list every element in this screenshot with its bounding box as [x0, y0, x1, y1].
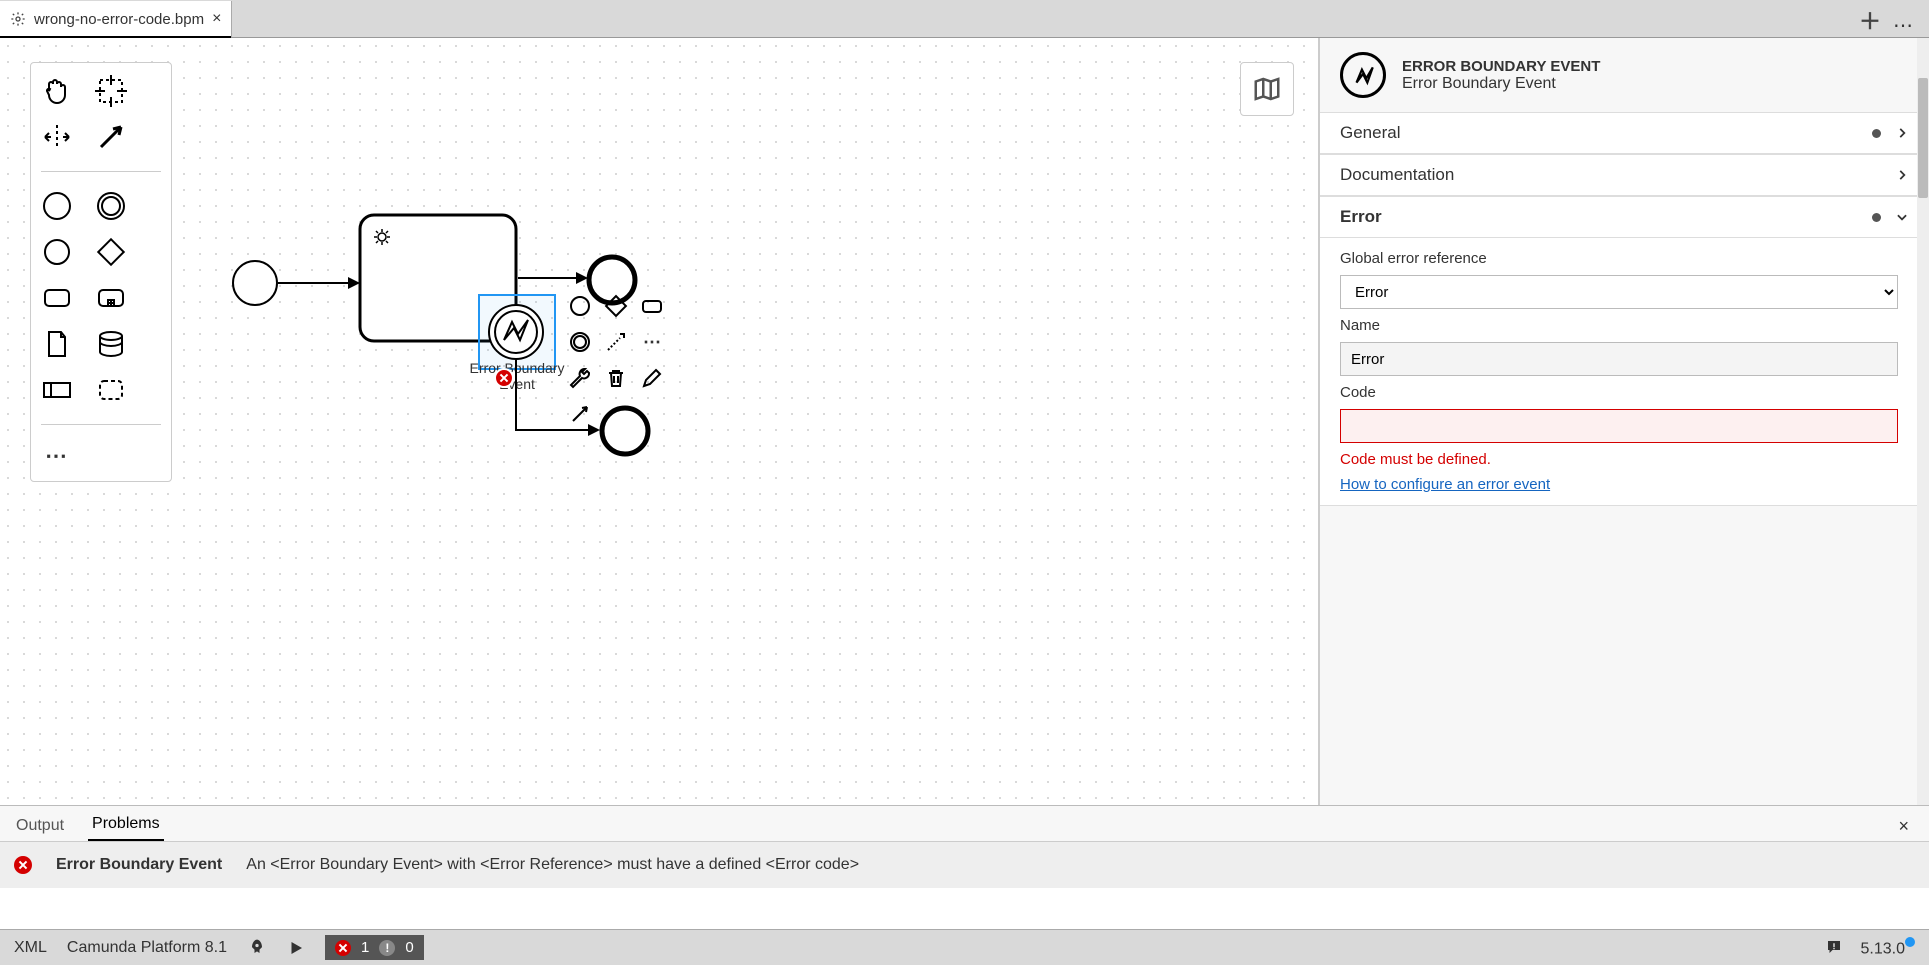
tab-problems[interactable]: Problems: [88, 809, 164, 841]
element-type: ERROR BOUNDARY EVENT: [1402, 58, 1600, 75]
sequence-flow[interactable]: [278, 273, 360, 293]
error-icon: [14, 856, 32, 874]
tab-menu-button[interactable]: ⋯: [1893, 13, 1911, 31]
problem-row[interactable]: Error Boundary Event An <Error Boundary …: [0, 842, 1929, 888]
warning-count: 0: [405, 939, 413, 956]
context-pad: ⋯: [564, 290, 668, 430]
chevron-right-icon: [1895, 126, 1909, 140]
append-end-event-icon[interactable]: [564, 290, 596, 322]
hand-tool-icon[interactable]: [41, 75, 73, 107]
xml-toggle[interactable]: XML: [14, 939, 47, 957]
data-store-icon[interactable]: [95, 328, 127, 360]
color-icon[interactable]: [636, 362, 668, 394]
section-general[interactable]: General: [1320, 112, 1929, 154]
data-object-icon[interactable]: [41, 328, 73, 360]
section-documentation[interactable]: Documentation: [1320, 154, 1929, 196]
error-event-icon: [1340, 52, 1386, 98]
trash-icon[interactable]: [600, 362, 632, 394]
run-button[interactable]: [287, 939, 305, 957]
more-tools-button[interactable]: ⋯: [41, 443, 161, 469]
close-tab-icon[interactable]: ×: [212, 10, 221, 28]
error-name-input[interactable]: [1340, 342, 1898, 376]
tool-palette: ⋯: [30, 62, 172, 482]
chevron-right-icon: [1895, 168, 1909, 182]
append-annotation-icon[interactable]: [600, 326, 632, 358]
tab-output[interactable]: Output: [12, 811, 68, 841]
element-name: Error Boundary Event: [1402, 75, 1600, 93]
canvas[interactable]: ⋯ Error Boun: [0, 38, 1319, 805]
problem-description: An <Error Boundary Event> with <Error Re…: [246, 856, 859, 874]
connect-icon[interactable]: [564, 398, 596, 430]
dot-indicator-icon: [1872, 213, 1881, 222]
error-count-icon: [335, 940, 351, 956]
section-general-label: General: [1340, 123, 1400, 143]
chevron-down-icon: [1895, 210, 1909, 224]
space-tool-icon[interactable]: [41, 121, 73, 153]
props-scrollbar[interactable]: [1917, 38, 1929, 805]
section-error[interactable]: Error: [1320, 196, 1929, 238]
append-task-icon[interactable]: [636, 290, 668, 322]
start-event-icon[interactable]: [41, 190, 73, 222]
properties-panel: ERROR BOUNDARY EVENT Error Boundary Even…: [1319, 38, 1929, 805]
rocket-icon: [247, 938, 267, 958]
section-error-label: Error: [1340, 207, 1382, 227]
gear-icon: [10, 11, 26, 27]
help-link[interactable]: How to configure an error event: [1340, 476, 1909, 493]
append-gateway-icon[interactable]: [600, 290, 632, 322]
group-icon[interactable]: [95, 374, 127, 406]
problems-indicator[interactable]: 1 ! 0: [325, 935, 424, 960]
gateway-icon[interactable]: [95, 236, 127, 268]
error-code-label: Code: [1340, 384, 1909, 401]
error-code-validation: Code must be defined.: [1340, 451, 1909, 468]
pool-icon[interactable]: [41, 374, 73, 406]
subprocess-icon[interactable]: [95, 282, 127, 314]
end-event-icon[interactable]: [41, 236, 73, 268]
task-icon[interactable]: [41, 282, 73, 314]
append-intermediate-icon[interactable]: [564, 326, 596, 358]
dot-indicator-icon: [1872, 129, 1881, 138]
error-badge-icon: [494, 368, 514, 388]
feedback-icon[interactable]: [1825, 938, 1843, 956]
section-documentation-label: Documentation: [1340, 165, 1454, 185]
error-boundary-event[interactable]: [486, 302, 546, 362]
bottom-tabs: Output Problems ×: [0, 806, 1929, 842]
error-count: 1: [361, 939, 369, 956]
sequence-flow[interactable]: [518, 268, 588, 288]
lasso-tool-icon[interactable]: [95, 75, 127, 107]
platform-label[interactable]: Camunda Platform 8.1: [67, 939, 227, 957]
tab-bar: wrong-no-error-code.bpm × ＋ ⋯: [0, 0, 1929, 38]
play-icon: [287, 939, 305, 957]
deploy-button[interactable]: [247, 938, 267, 958]
section-error-body: Global error reference Error Name Code C…: [1320, 238, 1929, 506]
map-icon: [1252, 74, 1282, 104]
status-bar: XML Camunda Platform 8.1 1 ! 0 5.13.0: [0, 929, 1929, 965]
global-error-ref-label: Global error reference: [1340, 250, 1909, 267]
file-tab[interactable]: wrong-no-error-code.bpm ×: [0, 1, 232, 37]
problem-title: Error Boundary Event: [56, 856, 222, 874]
global-error-ref-select[interactable]: Error: [1340, 275, 1898, 309]
props-header: ERROR BOUNDARY EVENT Error Boundary Even…: [1320, 38, 1929, 112]
version-label[interactable]: 5.13.0: [1861, 937, 1915, 958]
error-name-label: Name: [1340, 317, 1909, 334]
new-tab-button[interactable]: ＋: [1859, 13, 1877, 31]
bottom-panel: Output Problems × Error Boundary Event A…: [0, 805, 1929, 929]
update-dot-icon: [1905, 937, 1915, 947]
minimap-toggle[interactable]: [1240, 62, 1294, 116]
error-code-input[interactable]: [1340, 409, 1898, 443]
connect-tool-icon[interactable]: [95, 121, 127, 153]
close-panel-icon[interactable]: ×: [1890, 812, 1917, 841]
tab-filename: wrong-no-error-code.bpm: [34, 11, 204, 28]
more-append-icon[interactable]: ⋯: [636, 326, 668, 358]
wrench-icon[interactable]: [564, 362, 596, 394]
intermediate-event-icon[interactable]: [95, 190, 127, 222]
start-event[interactable]: [230, 258, 280, 308]
warning-count-icon: !: [379, 940, 395, 956]
